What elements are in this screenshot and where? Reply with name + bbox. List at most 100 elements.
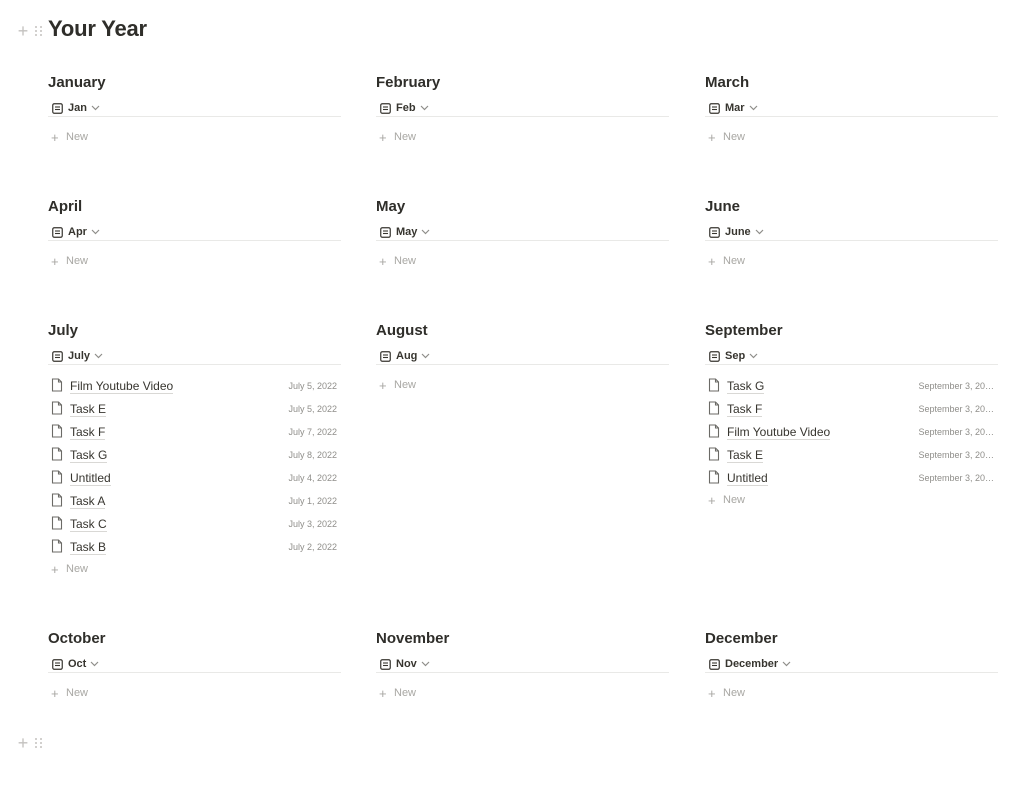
view-tab-label: Mar: [725, 102, 745, 114]
item-title[interactable]: Task G: [70, 448, 108, 463]
view-tab-label: Apr: [68, 226, 87, 238]
divider: [705, 240, 998, 241]
chevron-down-icon[interactable]: [755, 229, 764, 235]
chevron-down-icon[interactable]: [91, 229, 100, 235]
plus-icon: +: [379, 685, 387, 701]
view-tab-february[interactable]: Feb: [380, 102, 429, 114]
list-item[interactable]: Task F July 7, 2022: [48, 421, 341, 444]
divider: [376, 116, 669, 117]
list-item[interactable]: Untitled September 3, 20…: [705, 467, 998, 490]
list-item[interactable]: Film Youtube Video September 3, 20…: [705, 421, 998, 444]
list-item[interactable]: Task G July 8, 2022: [48, 444, 341, 467]
item-title[interactable]: Task B: [70, 540, 107, 555]
item-title[interactable]: Task A: [70, 494, 106, 509]
item-list: + New: [48, 127, 341, 147]
view-tab-september[interactable]: Sep: [709, 350, 758, 362]
item-title[interactable]: Task E: [70, 402, 107, 417]
view-tab-march[interactable]: Mar: [709, 102, 758, 114]
new-item-button[interactable]: + New: [705, 683, 998, 703]
page-icon: [708, 378, 720, 397]
item-title[interactable]: Untitled: [727, 471, 768, 486]
item-list: Task G September 3, 20… Task F September 3,…: [705, 375, 998, 510]
list-item[interactable]: Task E September 3, 20…: [705, 444, 998, 467]
month-title: January: [48, 74, 106, 91]
item-title[interactable]: Task F: [70, 425, 106, 440]
view-tab-january[interactable]: Jan: [52, 102, 100, 114]
new-item-button[interactable]: + New: [48, 559, 341, 579]
new-item-button[interactable]: + New: [48, 127, 341, 147]
page-icon: [51, 424, 63, 443]
item-title[interactable]: Task F: [727, 402, 763, 417]
new-item-button[interactable]: + New: [376, 375, 669, 395]
add-block-icon[interactable]: +: [17, 734, 29, 752]
new-item-button[interactable]: + New: [705, 251, 998, 271]
view-tab-label: July: [68, 350, 91, 362]
list-item[interactable]: Task C July 3, 2022: [48, 513, 341, 536]
list-item[interactable]: Untitled July 4, 2022: [48, 467, 341, 490]
chevron-down-icon[interactable]: [421, 229, 430, 235]
list-item[interactable]: Task G September 3, 20…: [705, 375, 998, 398]
item-date: July 4, 2022: [288, 473, 337, 483]
divider: [376, 672, 669, 673]
view-tab-november[interactable]: Nov: [380, 658, 430, 670]
item-title[interactable]: Task G: [727, 379, 765, 394]
drag-handle-icon[interactable]: [35, 26, 43, 36]
add-block-icon[interactable]: +: [17, 22, 29, 40]
list-item[interactable]: Task F September 3, 20…: [705, 398, 998, 421]
block-handle-top[interactable]: +: [17, 22, 43, 40]
item-title[interactable]: Film Youtube Video: [70, 379, 174, 394]
list-view-icon: [52, 350, 63, 362]
item-title[interactable]: Task E: [727, 448, 764, 463]
new-item-label: New: [723, 131, 746, 143]
new-item-button[interactable]: + New: [376, 251, 669, 271]
list-item[interactable]: Task A July 1, 2022: [48, 490, 341, 513]
new-item-label: New: [723, 255, 746, 267]
plus-icon: +: [379, 377, 387, 393]
page-title: Your Year: [48, 16, 147, 41]
plus-icon: +: [708, 129, 716, 145]
item-title[interactable]: Task C: [70, 517, 107, 532]
list-item[interactable]: Task B July 2, 2022: [48, 536, 341, 559]
item-title[interactable]: Untitled: [70, 471, 111, 486]
new-item-button[interactable]: + New: [376, 683, 669, 703]
new-item-button[interactable]: + New: [48, 683, 341, 703]
month-title: April: [48, 198, 83, 215]
page-icon: [708, 401, 720, 420]
new-item-button[interactable]: + New: [48, 251, 341, 271]
new-item-label: New: [394, 131, 417, 143]
chevron-down-icon[interactable]: [94, 353, 103, 359]
chevron-down-icon[interactable]: [421, 353, 430, 359]
new-item-label: New: [66, 255, 89, 267]
item-title[interactable]: Film Youtube Video: [727, 425, 831, 440]
page-icon: [51, 447, 63, 466]
view-tab-label: Aug: [396, 350, 418, 362]
plus-icon: +: [708, 492, 716, 508]
divider: [376, 364, 669, 365]
chevron-down-icon[interactable]: [749, 353, 758, 359]
chevron-down-icon[interactable]: [90, 661, 99, 667]
chevron-down-icon[interactable]: [749, 105, 758, 111]
view-tab-july[interactable]: July: [52, 350, 103, 362]
view-tab-august[interactable]: Aug: [380, 350, 430, 362]
view-tab-april[interactable]: Apr: [52, 226, 100, 238]
chevron-down-icon[interactable]: [420, 105, 429, 111]
new-item-label: New: [66, 563, 89, 575]
new-item-button[interactable]: + New: [376, 127, 669, 147]
chevron-down-icon[interactable]: [421, 661, 430, 667]
view-tab-december[interactable]: December: [709, 658, 791, 670]
new-item-button[interactable]: + New: [705, 490, 998, 510]
view-tab-label: June: [725, 226, 751, 238]
chevron-down-icon[interactable]: [91, 105, 100, 111]
list-view-icon: [380, 226, 391, 238]
page-icon: [51, 470, 63, 489]
block-handle-bottom[interactable]: +: [17, 734, 43, 752]
list-item[interactable]: Task E July 5, 2022: [48, 398, 341, 421]
view-tab-may[interactable]: May: [380, 226, 430, 238]
view-tab-label: May: [396, 226, 418, 238]
view-tab-october[interactable]: Oct: [52, 658, 99, 670]
chevron-down-icon[interactable]: [782, 661, 791, 667]
new-item-button[interactable]: + New: [705, 127, 998, 147]
drag-handle-icon[interactable]: [35, 738, 43, 748]
view-tab-june[interactable]: June: [709, 226, 764, 238]
list-item[interactable]: Film Youtube Video July 5, 2022: [48, 375, 341, 398]
